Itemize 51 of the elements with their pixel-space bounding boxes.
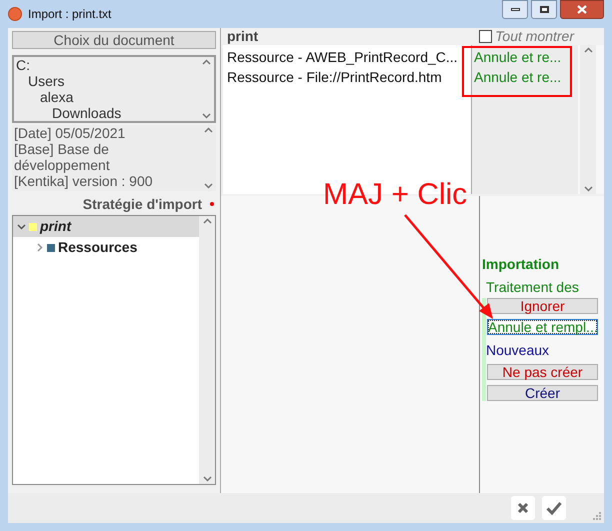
info-line: [Date] 05/05/2021	[14, 125, 126, 141]
window-title: Import : print.txt	[28, 6, 112, 23]
chevron-right-icon[interactable]	[35, 243, 44, 252]
confirm-button[interactable]	[542, 496, 566, 520]
scroll-down-icon[interactable]	[584, 186, 592, 192]
close-button[interactable]	[560, 0, 604, 19]
importation-title: Importation	[482, 255, 559, 274]
show-all-label: Tout montrer	[495, 27, 574, 46]
resource-action[interactable]: Annule et re...	[474, 47, 562, 67]
tree-label: Ressources	[58, 238, 138, 257]
scroll-up-icon[interactable]	[204, 127, 212, 133]
resource-name[interactable]: Ressource - File://PrintRecord.htm	[227, 67, 442, 87]
list-title: print	[226, 27, 258, 46]
scroll-down-icon[interactable]	[204, 183, 212, 189]
folder-path-item[interactable]: alexa	[40, 89, 74, 105]
chevron-down-icon[interactable]	[17, 222, 26, 231]
info-line: [Base] Base de développement	[14, 141, 111, 173]
tree-item[interactable]: Ressources	[13, 237, 199, 258]
group-label: Nouveaux	[486, 341, 550, 360]
info-line: [Kentika] version : 900	[14, 173, 153, 189]
close-icon	[517, 502, 529, 514]
cancel-button[interactable]	[511, 496, 535, 520]
tree-label: print	[40, 217, 72, 236]
scroll-up-icon[interactable]	[202, 59, 210, 65]
folder-path-item[interactable]: Downloads	[52, 105, 122, 121]
action-button[interactable]: Créer	[487, 385, 598, 401]
scroll-up-icon[interactable]	[202, 218, 212, 224]
maximize-button[interactable]	[531, 0, 557, 19]
scroll-up-icon[interactable]	[584, 47, 592, 53]
folder-path-item[interactable]: C:	[16, 57, 30, 73]
resource-name[interactable]: Ressource - AWEB_PrintRecord_C...	[227, 47, 458, 67]
scroll-down-icon[interactable]	[202, 113, 210, 119]
checkmark-icon	[546, 501, 562, 515]
action-button[interactable]: Ne pas créer	[487, 364, 598, 380]
folder-path-item[interactable]: Users	[28, 73, 65, 89]
scrollbar[interactable]	[199, 216, 215, 484]
close-icon	[577, 5, 587, 14]
tree-item[interactable]: print	[13, 216, 199, 237]
scroll-down-icon[interactable]	[202, 476, 212, 482]
scrollbar[interactable]	[580, 45, 596, 194]
action-button[interactable]: Ignorer	[487, 298, 598, 314]
group-label: Traitement des	[486, 278, 579, 297]
action-button[interactable]: Annule et rempl...	[487, 319, 598, 335]
show-all-checkbox[interactable]	[479, 30, 492, 43]
resource-action[interactable]: Annule et re...	[474, 67, 562, 87]
annotation-text: MAJ + Clic	[323, 180, 468, 210]
choose-document-button[interactable]: Choix du document	[12, 31, 216, 49]
app-logo-icon	[8, 7, 22, 21]
strategy-label: Stratégie d'import	[82, 194, 202, 214]
minimize-button[interactable]	[502, 0, 528, 19]
resize-grip-icon[interactable]	[592, 511, 602, 521]
